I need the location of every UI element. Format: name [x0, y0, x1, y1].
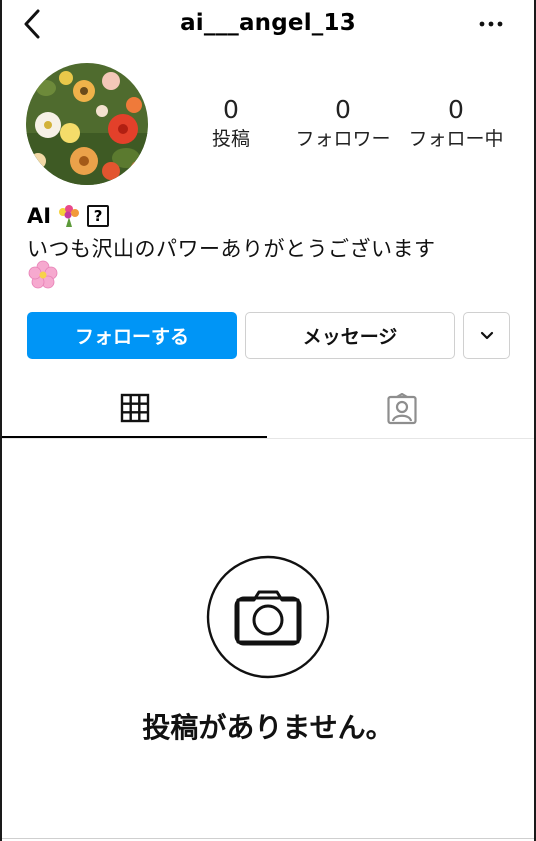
stat-following[interactable]: 0 フォロー中: [396, 96, 516, 153]
stat-following-count: 0: [448, 95, 464, 124]
stat-posts: 0 投稿: [171, 96, 291, 153]
stat-following-label: フォロー中: [408, 128, 504, 150]
more-horizontal-icon: [479, 21, 503, 27]
stat-followers-label: フォロワー: [295, 128, 391, 150]
bio-text: いつも沢山のパワーありがとうございます: [27, 237, 436, 261]
stat-posts-count: 0: [223, 95, 239, 124]
follow-button[interactable]: フォローする: [27, 312, 237, 359]
tagged-person-icon: [386, 393, 417, 425]
bio-name: AI: [27, 204, 52, 228]
suggested-accounts-button[interactable]: [463, 312, 510, 359]
camera-icon: [206, 555, 330, 679]
grid-icon: [120, 393, 149, 423]
chevron-down-icon: [480, 331, 493, 339]
unknown-emoji-badge: ?: [87, 205, 110, 227]
stat-followers-count: 0: [335, 95, 351, 124]
avatar-flowers-image: [26, 63, 148, 185]
bio-name-row: AI ?: [27, 203, 110, 229]
avatar[interactable]: [26, 63, 148, 185]
bottom-divider: [2, 838, 534, 839]
more-options-button[interactable]: [476, 12, 506, 36]
cherry-blossom-emoji-icon: [28, 260, 58, 290]
stat-followers[interactable]: 0 フォロワー: [283, 96, 403, 153]
no-posts-message: 投稿がありません。: [142, 711, 394, 744]
tabs-divider: [2, 438, 534, 439]
profile-screen: ai___angel_13 0 投稿 0 フォロワー 0 フォロー中 AI ? …: [0, 0, 536, 841]
tab-tagged[interactable]: [267, 380, 534, 438]
profile-username: ai___angel_13: [180, 10, 356, 36]
stat-posts-label: 投稿: [211, 128, 250, 150]
message-button[interactable]: メッセージ: [245, 312, 455, 359]
bouquet-emoji-icon: [55, 203, 81, 229]
tab-posts-grid[interactable]: [2, 380, 267, 438]
